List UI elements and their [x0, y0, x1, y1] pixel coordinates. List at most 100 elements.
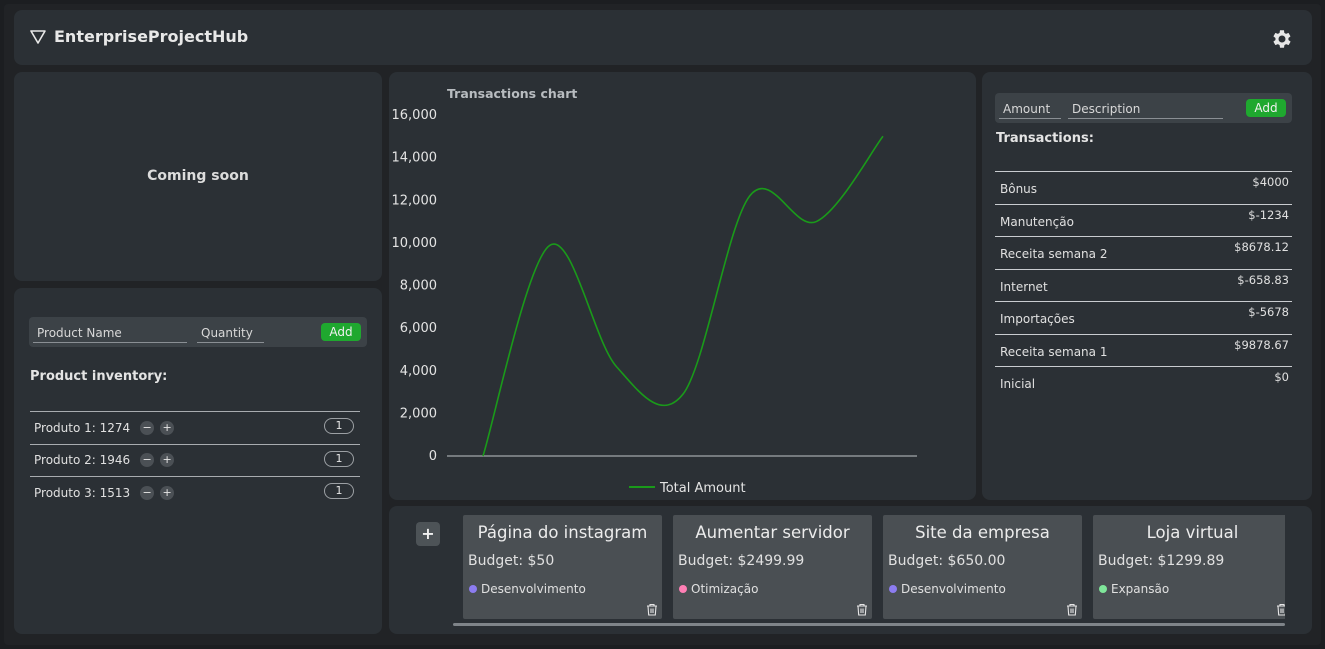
- y-tick-label: 14,000: [392, 151, 438, 166]
- transaction-description: Receita semana 2: [1000, 247, 1108, 261]
- project-title: Página do instagram: [477, 523, 648, 542]
- app-title: EnterpriseProjectHub: [54, 27, 249, 46]
- add-transaction-button[interactable]: Add: [1246, 99, 1286, 117]
- transaction-row: Importações $-5678: [995, 301, 1292, 334]
- transaction-amount: $8678.12: [1234, 240, 1289, 254]
- quantity-input[interactable]: [197, 323, 264, 343]
- transaction-amount: $0: [1274, 370, 1289, 384]
- inventory-row: Produto 2: 1946 − + 1: [30, 443, 360, 477]
- product-label: Produto 1: 1274: [34, 420, 131, 435]
- y-tick-label: 10,000: [392, 236, 438, 251]
- project-budget: Budget: $1299.89: [1098, 553, 1225, 569]
- projects-panel: + Página do instagram Budget: $50 Desenv…: [389, 506, 1312, 634]
- horizontal-scrollbar[interactable]: [453, 623, 1285, 626]
- decrement-button[interactable]: −: [140, 420, 155, 435]
- transaction-row: Inicial $0: [995, 366, 1292, 399]
- project-tag: Expansão: [1099, 582, 1169, 596]
- description-input[interactable]: [1068, 99, 1223, 119]
- transactions-title: Transactions:: [996, 131, 1094, 146]
- project-budget: Budget: $650.00: [888, 553, 1006, 569]
- trash-icon[interactable]: [646, 603, 658, 616]
- series-line-total-amount: [482, 135, 884, 457]
- project-budget: Budget: $50: [468, 553, 555, 569]
- y-tick-label: 12,000: [392, 193, 438, 208]
- inventory-panel: Add Product inventory: Produto 1: 1274 −…: [14, 288, 382, 634]
- project-card[interactable]: Loja virtual Budget: $1299.89 Expansão: [1093, 515, 1285, 619]
- amount-input[interactable]: [999, 99, 1061, 119]
- quantity-badge[interactable]: 1: [324, 418, 354, 434]
- brand[interactable]: EnterpriseProjectHub: [30, 27, 248, 46]
- transactions-list: Bônus $4000 Manutenção $-1234 Receita sema…: [995, 171, 1292, 399]
- product-name-input[interactable]: [33, 323, 187, 343]
- quantity-badge[interactable]: 1: [324, 450, 354, 467]
- increment-button[interactable]: +: [160, 453, 175, 468]
- coming-soon-text: Coming soon: [147, 168, 249, 184]
- product-label: Produto 3: 1513: [34, 485, 131, 500]
- trash-icon[interactable]: [1066, 603, 1078, 616]
- settings-gear-icon[interactable]: [1270, 27, 1294, 51]
- project-title: Site da empresa: [915, 523, 1050, 542]
- transaction-description: Manutenção: [1000, 214, 1074, 229]
- y-tick-label: 2,000: [400, 406, 437, 421]
- inventory-row: Produto 3: 1513 − + 1: [30, 476, 360, 509]
- tag-label: Expansão: [1111, 582, 1170, 596]
- quantity-badge[interactable]: 1: [324, 483, 354, 499]
- legend-label[interactable]: Total Amount: [659, 481, 746, 496]
- transactions-panel: Add Transactions: Bônus $4000 Manutenção $…: [982, 72, 1312, 500]
- transaction-amount: $9878.67: [1234, 337, 1289, 352]
- tag-label: Otimização: [691, 582, 759, 596]
- inventory-title: Product inventory:: [30, 369, 168, 384]
- increment-button[interactable]: +: [160, 420, 175, 435]
- y-tick-label: 0: [429, 449, 437, 464]
- transactions-line-chart: 0 2,000 4,000 6,000 8,000 10,000 12,000 14,000 1…: [392, 108, 917, 496]
- transaction-row: Manutenção $-1234: [995, 203, 1292, 237]
- tag-label: Desenvolvimento: [481, 582, 586, 596]
- tag-dot-icon: [889, 585, 897, 593]
- transaction-amount: $-658.83: [1237, 272, 1289, 287]
- inventory-list: Produto 1: 1274 − + 1 Produto 2: 1946 − …: [30, 411, 360, 509]
- project-card[interactable]: Página do instagram Budget: $50 Desenvol…: [463, 515, 662, 619]
- inventory-row: Produto 1: 1274 − + 1: [30, 411, 360, 444]
- app-header: EnterpriseProjectHub: [14, 10, 1312, 65]
- menu-triangle-icon[interactable]: [30, 29, 46, 44]
- transaction-row: Receita semana 1 $9878.67: [995, 333, 1292, 367]
- add-project-button[interactable]: +: [416, 522, 440, 546]
- project-budget: Budget: $2499.99: [678, 553, 805, 569]
- transaction-amount: $-1234: [1248, 207, 1289, 222]
- coming-soon-panel: Coming soon: [14, 72, 382, 281]
- transaction-amount: $4000: [1252, 175, 1289, 189]
- transaction-row: Internet $-658.83: [995, 268, 1292, 302]
- project-tag: Desenvolvimento: [469, 582, 586, 596]
- project-card[interactable]: Aumentar servidor Budget: $2499.99 Otimi…: [673, 515, 872, 619]
- y-tick-label: 6,000: [400, 321, 437, 336]
- y-tick-label: 8,000: [400, 279, 437, 294]
- project-card[interactable]: Site da empresa Budget: $650.00 Desenvol…: [883, 515, 1082, 619]
- transaction-row: Bônus $4000: [995, 171, 1292, 204]
- transaction-description: Receita semana 1: [1000, 344, 1108, 359]
- project-tag: Otimização: [679, 582, 758, 596]
- transaction-amount: $-5678: [1248, 305, 1289, 319]
- increment-button[interactable]: +: [160, 485, 175, 500]
- y-tick-label: 16,000: [392, 108, 438, 123]
- tag-dot-icon: [469, 585, 477, 593]
- y-tick-label: 4,000: [400, 364, 437, 379]
- transactions-chart-panel: Transactions chart 0 2,000 4,000 6,000 8,000…: [389, 72, 976, 500]
- transaction-form: Add: [995, 93, 1292, 123]
- transaction-description: Importações: [1000, 312, 1075, 326]
- tag-dot-icon: [1099, 585, 1107, 593]
- decrement-button[interactable]: −: [140, 453, 155, 468]
- trash-icon[interactable]: [1276, 603, 1285, 616]
- decrement-button[interactable]: −: [140, 485, 155, 500]
- transaction-row: Receita semana 2 $8678.12: [995, 236, 1292, 269]
- product-form: Add: [29, 317, 367, 347]
- project-tag: Desenvolvimento: [889, 582, 1006, 596]
- tag-dot-icon: [679, 585, 687, 593]
- transaction-description: Inicial: [1000, 377, 1036, 391]
- tag-label: Desenvolvimento: [901, 582, 1006, 596]
- add-product-button[interactable]: Add: [321, 323, 361, 341]
- project-cards-scroller[interactable]: Página do instagram Budget: $50 Desenvol…: [463, 515, 1285, 619]
- transaction-description: Internet: [1000, 279, 1048, 294]
- project-title: Loja virtual: [1146, 523, 1239, 542]
- transaction-description: Bônus: [1000, 182, 1038, 196]
- trash-icon[interactable]: [856, 603, 868, 616]
